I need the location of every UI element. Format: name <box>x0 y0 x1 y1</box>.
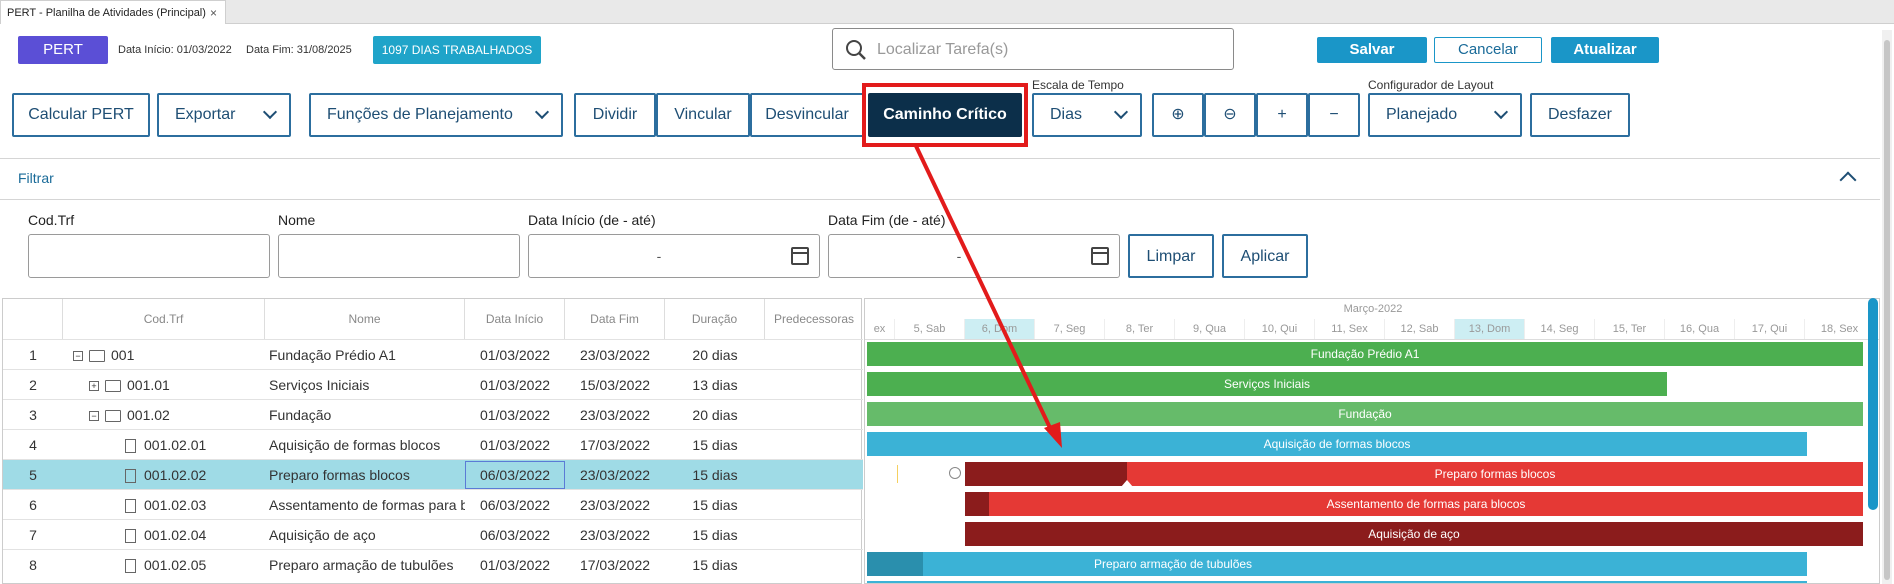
annotation-arrow <box>914 145 1062 448</box>
